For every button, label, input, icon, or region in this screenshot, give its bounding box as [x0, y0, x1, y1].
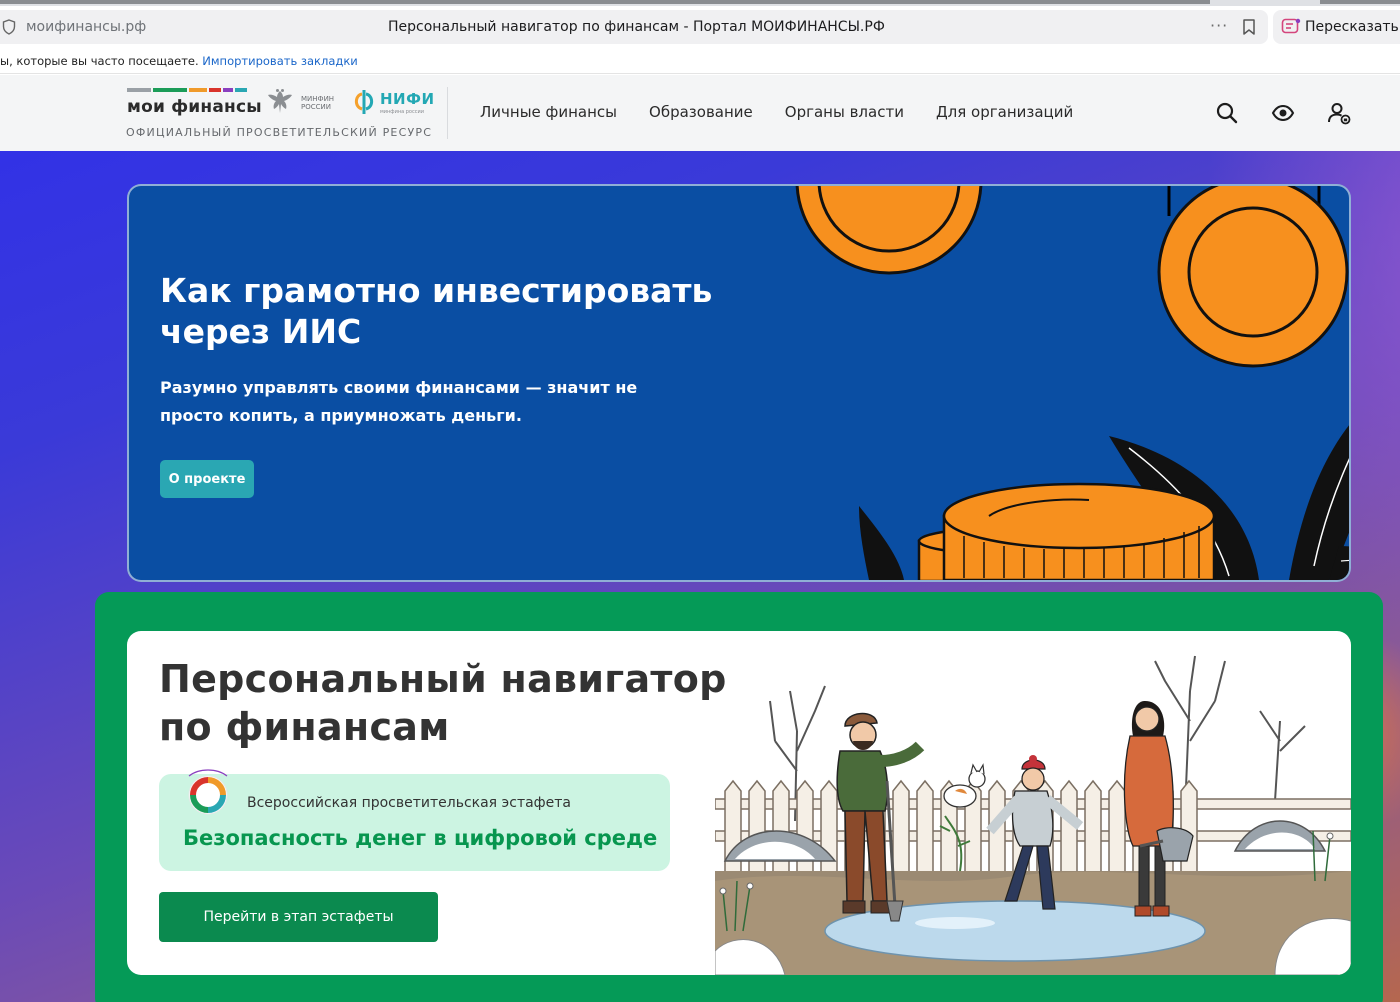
browser-tab-strip: [0, 0, 1400, 6]
relay-subtitle: Всероссийская просветительская эстафета: [247, 795, 571, 811]
hero-description: Разумно управлять своими финансами — зна…: [160, 378, 638, 425]
logo-bar: [223, 88, 233, 92]
nav-item-organizations[interactable]: Для организаций: [936, 103, 1073, 121]
hero-banner[interactable]: Как грамотно инвестировать через ИИС Раз…: [127, 184, 1351, 582]
relay-title: Безопасность денег в цифровой среде: [183, 826, 658, 850]
navigator-title: Персональный навигатор по финансам: [159, 655, 727, 751]
retell-label: Пересказать: [1305, 19, 1399, 35]
nav-item-education[interactable]: Образование: [649, 103, 753, 121]
nifi-subtext: минфина россии: [380, 109, 424, 115]
import-bookmarks-link[interactable]: Импортировать закладки: [202, 54, 357, 68]
logo-bar: [209, 88, 221, 92]
header-divider: [447, 87, 448, 139]
more-icon[interactable]: ···: [1210, 16, 1228, 35]
nifi-logo[interactable]: НИФИ минфина россии: [352, 87, 435, 117]
retell-button[interactable]: Пересказать: [1273, 10, 1400, 44]
bookmarks-hint: ы, которые вы часто посещаете. Импортиро…: [0, 54, 358, 68]
search-icon[interactable]: [1215, 101, 1239, 125]
site-logo[interactable]: мои финансы: [127, 97, 262, 117]
minfin-logo[interactable]: минфин россии: [265, 87, 341, 117]
hero-title: Как грамотно инвестировать через ИИС: [160, 271, 713, 351]
bookmarks-bar: ы, которые вы часто посещаете. Импортиро…: [0, 46, 1400, 74]
coins-illustration: [795, 186, 1349, 580]
user-account-icon[interactable]: [1327, 101, 1351, 125]
go-to-relay-button[interactable]: Перейти в этап эстафеты: [159, 892, 438, 942]
about-project-button[interactable]: О проекте: [160, 460, 254, 498]
tab-strip-right: [1320, 0, 1400, 4]
logo-bar: [153, 88, 187, 92]
nifi-text: НИФИ: [380, 90, 435, 108]
nav-item-personal-finance[interactable]: Личные финансы: [480, 103, 617, 121]
bookmarks-hint-text: ы, которые вы часто посещаете.: [0, 54, 199, 68]
family-spring-illustration: [715, 655, 1351, 975]
main-nav: Личные финансы Образование Органы власти…: [480, 103, 1073, 121]
navigator-title-line1: Персональный навигатор: [159, 657, 727, 701]
navigator-title-line2: по финансам: [159, 705, 450, 749]
logo-bar: [235, 88, 247, 92]
retell-icon: [1281, 18, 1301, 34]
eagle-emblem-icon: [268, 89, 292, 113]
relay-badge-icon: [188, 769, 228, 815]
nav-item-authorities[interactable]: Органы власти: [785, 103, 904, 121]
tab-strip-left: [0, 0, 1210, 4]
shield-icon[interactable]: [2, 19, 16, 35]
accessibility-eye-icon[interactable]: [1271, 101, 1295, 125]
page-title: Персональный навигатор по финансам - Пор…: [388, 19, 885, 35]
site-header: мои финансы ОФИЦИАЛЬНЫЙ ПРОСВЕТИТЕЛЬСКИЙ…: [0, 75, 1400, 151]
address-bar[interactable]: моифинансы.рф Персональный навигатор по …: [0, 10, 1268, 44]
navigator-card: Персональный навигатор по финансам Всеро…: [127, 631, 1351, 975]
address-domain[interactable]: моифинансы.рф: [26, 19, 146, 35]
logo-bar: [189, 88, 207, 92]
nifi-mark-icon: [354, 90, 374, 114]
logo-bar: [127, 88, 151, 92]
logo-subtitle: ОФИЦИАЛЬНЫЙ ПРОСВЕТИТЕЛЬСКИЙ РЕСУРС: [126, 126, 433, 139]
bookmark-icon[interactable]: [1240, 18, 1258, 36]
minfin-text: минфин россии: [301, 95, 335, 111]
relay-banner[interactable]: Всероссийская просветительская эстафета …: [159, 769, 670, 871]
logo-color-bars: [127, 88, 247, 92]
